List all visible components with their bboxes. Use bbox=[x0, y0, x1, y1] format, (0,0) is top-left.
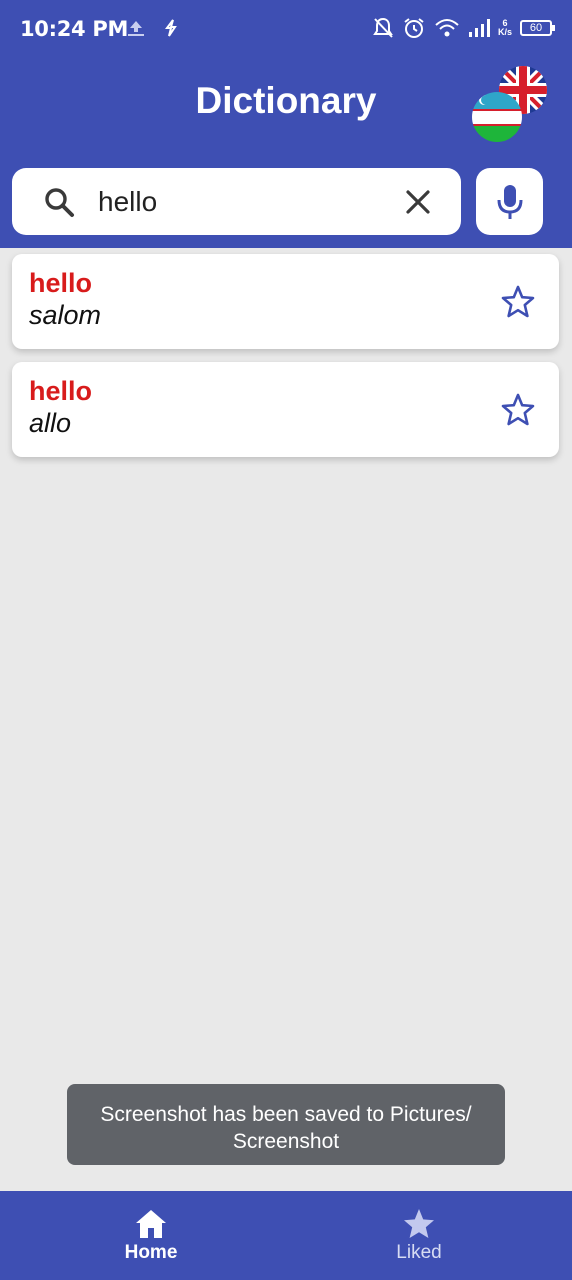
home-icon bbox=[136, 1210, 166, 1238]
app-bar: Dictionary bbox=[0, 58, 572, 248]
star-icon bbox=[404, 1209, 434, 1238]
star-icon[interactable] bbox=[500, 284, 536, 320]
battery-icon: 60 bbox=[520, 20, 555, 36]
star-icon[interactable] bbox=[500, 392, 536, 428]
search-bar bbox=[12, 168, 461, 235]
translation-text: salom bbox=[29, 300, 102, 330]
close-icon[interactable] bbox=[402, 186, 434, 218]
upload-icon bbox=[128, 21, 144, 36]
list-item[interactable]: hello allo bbox=[12, 362, 559, 457]
list-item[interactable]: hello salom bbox=[12, 254, 559, 349]
voice-search-button[interactable] bbox=[476, 168, 543, 235]
signal-icon bbox=[468, 19, 490, 37]
toast-message: Screenshot has been saved to Pictures/ S… bbox=[67, 1084, 505, 1165]
search-input[interactable] bbox=[98, 182, 388, 222]
search-icon bbox=[45, 188, 74, 217]
nav-home-label: Home bbox=[124, 1242, 178, 1263]
status-time: 10:24 PM bbox=[20, 17, 129, 41]
word-text: hello bbox=[29, 268, 93, 298]
translation-text: allo bbox=[29, 408, 72, 438]
notifications-off-icon bbox=[373, 17, 393, 38]
language-switch-button[interactable] bbox=[472, 66, 550, 142]
sync-icon bbox=[165, 19, 177, 37]
word-text: hello bbox=[29, 376, 93, 406]
mic-icon bbox=[497, 185, 523, 219]
alarm-icon bbox=[404, 18, 424, 38]
bottom-nav: Home Liked bbox=[0, 1191, 572, 1280]
nav-liked[interactable]: Liked bbox=[319, 1191, 519, 1280]
status-bar: 10:24 PM 6 K/s 60 bbox=[0, 0, 572, 58]
results-list: hello salom hello allo bbox=[12, 254, 559, 470]
uzbekistan-flag-icon bbox=[472, 92, 522, 142]
nav-home[interactable]: Home bbox=[51, 1191, 251, 1280]
net-speed: 6 K/s bbox=[497, 18, 512, 37]
nav-liked-label: Liked bbox=[396, 1242, 442, 1263]
wifi-icon bbox=[435, 19, 459, 37]
